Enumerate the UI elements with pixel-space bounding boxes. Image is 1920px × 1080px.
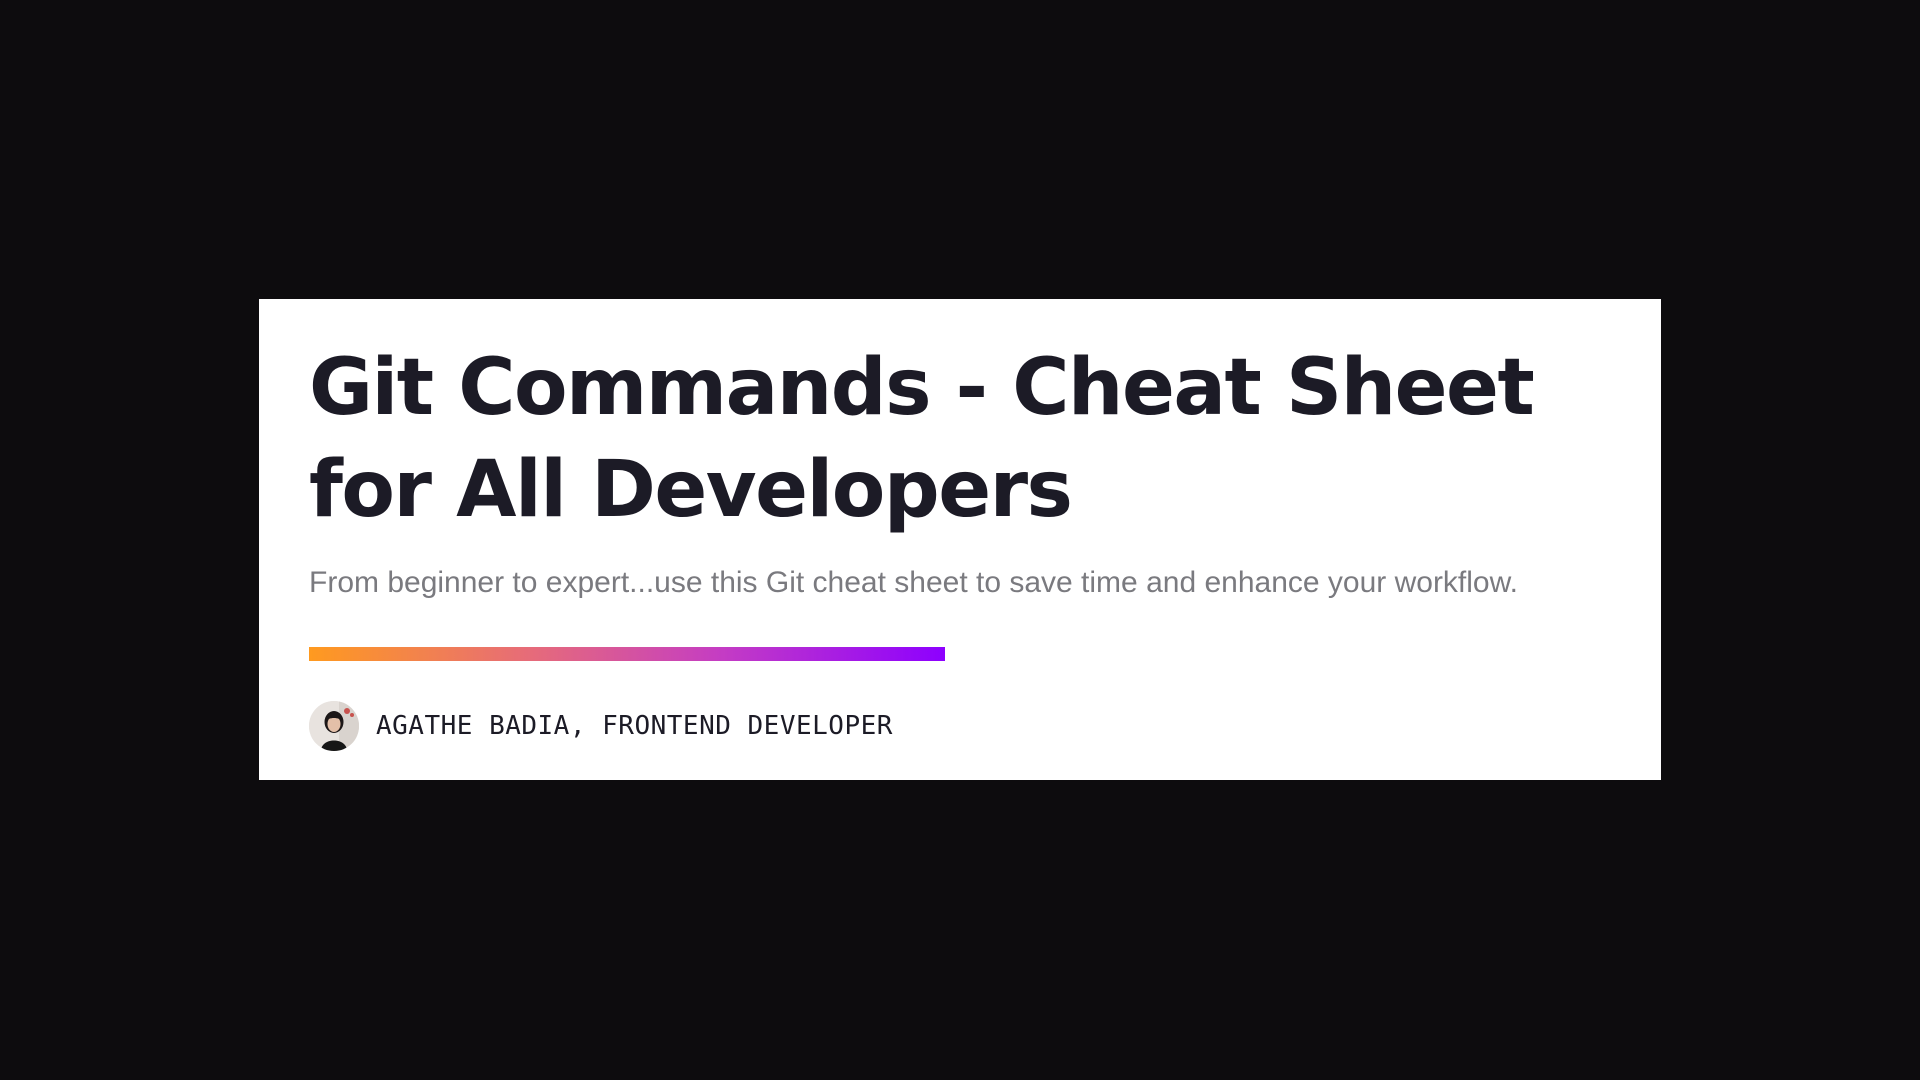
author-byline: AGATHE BADIA, FRONTEND DEVELOPER	[309, 701, 1611, 751]
article-title: Git Commands - Cheat Sheet for All Devel…	[309, 343, 1535, 535]
author-avatar	[309, 701, 359, 751]
author-name: AGATHE BADIA, FRONTEND DEVELOPER	[376, 711, 893, 741]
article-header-card: Git Commands - Cheat Sheet for All Devel…	[259, 299, 1661, 780]
author-avatar-icon	[309, 701, 359, 751]
gradient-divider	[309, 647, 945, 661]
article-subtitle: From beginner to expert...use this Git c…	[309, 566, 1518, 599]
